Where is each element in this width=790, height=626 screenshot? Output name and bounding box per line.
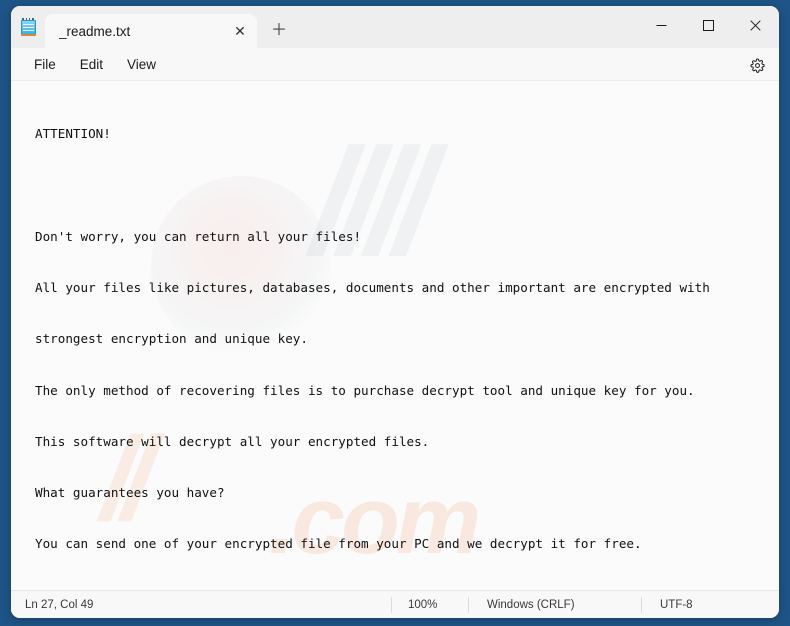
title-bar: _readme.txt ✕ ＋ (11, 6, 779, 48)
text-line: But we can decrypt only 1 file for free.… (35, 587, 779, 590)
text-line: You can send one of your encrypted file … (35, 536, 642, 552)
text-line: All your files like pictures, databases,… (35, 280, 710, 296)
tab-readme[interactable]: _readme.txt ✕ (45, 14, 257, 48)
window-controls (638, 6, 779, 44)
encoding[interactable]: UTF-8 (642, 599, 705, 611)
text-editor-area[interactable]: //// // .com ATTENTION! Don't worry, you… (11, 81, 779, 590)
text-line: ATTENTION! (35, 126, 111, 142)
menu-edit[interactable]: Edit (69, 52, 114, 77)
line-endings[interactable]: Windows (CRLF) (469, 599, 641, 611)
gear-icon[interactable] (743, 52, 771, 78)
text-line (35, 176, 779, 193)
notepad-window: _readme.txt ✕ ＋ File Edit View //// // .… (11, 6, 779, 618)
close-window-button[interactable] (732, 6, 779, 44)
zoom-level[interactable]: 100% (392, 599, 468, 611)
menu-view[interactable]: View (116, 52, 167, 77)
menu-file[interactable]: File (23, 52, 67, 77)
close-tab-icon[interactable]: ✕ (227, 18, 253, 44)
cursor-position[interactable]: Ln 27, Col 49 (11, 599, 391, 611)
new-tab-button[interactable]: ＋ (263, 15, 295, 47)
text-line: What guarantees you have? (35, 485, 225, 501)
text-line: strongest encryption and unique key. (35, 331, 308, 347)
text-line: Don't worry, you can return all your fil… (35, 228, 362, 244)
menu-bar: File Edit View (11, 48, 779, 81)
tab-title: _readme.txt (59, 23, 131, 39)
notepad-icon (11, 6, 45, 48)
text-line: This software will decrypt all your encr… (35, 433, 430, 449)
maximize-button[interactable] (685, 6, 732, 44)
minimize-button[interactable] (638, 6, 685, 44)
text-line: The only method of recovering files is t… (35, 382, 695, 398)
ransom-note-text[interactable]: ATTENTION! Don't worry, you can return a… (11, 81, 779, 590)
status-bar: Ln 27, Col 49 100% Windows (CRLF) UTF-8 (11, 590, 779, 618)
